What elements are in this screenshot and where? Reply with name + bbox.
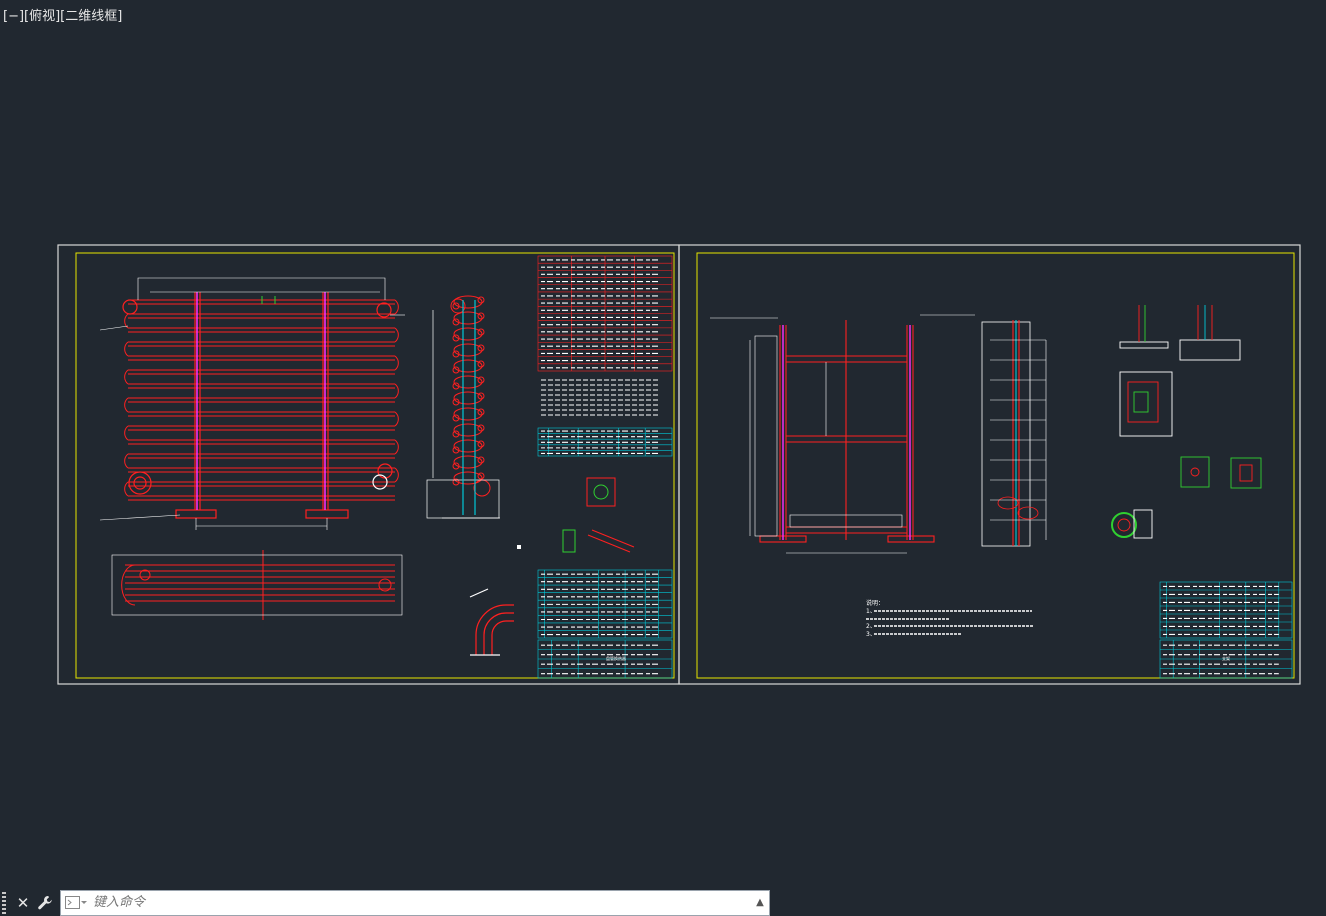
drawing-canvas[interactable]: 说明： 1、 2、 3、 盘管换热器 支架 <box>0 0 1326 890</box>
coil-front-supports <box>175 292 349 519</box>
support-side <box>981 320 1039 547</box>
wrench-icon[interactable] <box>34 891 56 915</box>
notes-title: 说明： <box>866 599 884 607</box>
coil-side-cyan <box>462 300 476 515</box>
sheet2-title-block-text: 支架 <box>1222 655 1230 661</box>
grip-handle[interactable] <box>2 891 12 914</box>
support-side-rungs <box>990 339 1047 540</box>
sheet2-notes: 说明： 1、 2、 3、 <box>866 599 1034 638</box>
support-front-dims <box>710 314 975 554</box>
command-line-bar: ✕ ▲ <box>0 889 770 916</box>
coil-front-view <box>124 296 399 501</box>
support-front <box>759 320 935 543</box>
support-details <box>1111 305 1262 539</box>
sheet1-tables <box>537 255 673 679</box>
coil-side-view <box>450 295 491 497</box>
coil-plan-frame <box>111 554 403 616</box>
sheet2-tables <box>1159 581 1293 679</box>
coil-front-magenta <box>196 292 326 510</box>
sheet-1 <box>57 244 680 685</box>
chevron-up-icon[interactable]: ▲ <box>751 897 769 908</box>
command-input[interactable] <box>91 894 751 911</box>
detail-nozzles <box>562 477 635 553</box>
grip-point[interactable] <box>517 545 521 549</box>
sheet1-title-block-text: 盘管换热器 <box>606 655 626 661</box>
nozzle-circles <box>122 299 393 495</box>
coil-plan-view <box>121 550 395 620</box>
command-input-wrapper: ▲ <box>60 889 770 916</box>
command-prompt-icon[interactable] <box>61 892 91 914</box>
sheet-2 <box>678 244 1301 685</box>
close-icon[interactable]: ✕ <box>12 891 34 915</box>
detail-u-bend <box>469 588 514 656</box>
